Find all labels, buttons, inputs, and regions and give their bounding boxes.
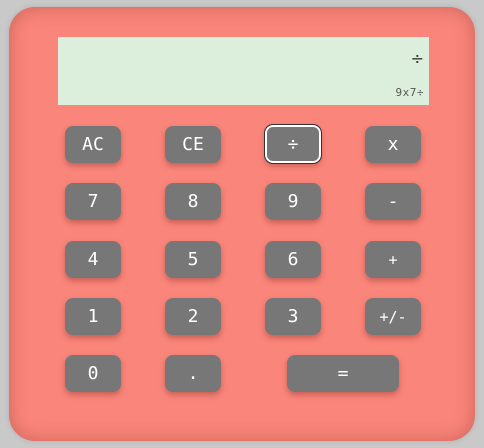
clear-entry-button[interactable]: CE: [165, 126, 221, 163]
minus-button[interactable]: -: [365, 183, 421, 220]
display-expression: 9x7÷: [395, 86, 424, 99]
digit-8-button[interactable]: 8: [165, 183, 221, 220]
negate-button[interactable]: +/-: [365, 298, 421, 335]
multiply-button[interactable]: x: [365, 126, 421, 163]
calculator-display: ÷ 9x7÷: [58, 37, 429, 105]
digit-6-button[interactable]: 6: [265, 241, 321, 278]
decimal-button[interactable]: .: [165, 355, 221, 392]
digit-2-button[interactable]: 2: [165, 298, 221, 335]
digit-4-button[interactable]: 4: [65, 241, 121, 278]
digit-7-button[interactable]: 7: [65, 183, 121, 220]
digit-5-button[interactable]: 5: [165, 241, 221, 278]
plus-button[interactable]: +: [365, 241, 421, 278]
digit-3-button[interactable]: 3: [265, 298, 321, 335]
digit-9-button[interactable]: 9: [265, 183, 321, 220]
calculator: ÷ 9x7÷ AC CE ÷ x 7 8 9 - 4 5 6 + 1 2 3 +…: [9, 7, 475, 441]
display-main-value: ÷: [410, 49, 424, 68]
divide-button[interactable]: ÷: [264, 124, 322, 164]
digit-0-button[interactable]: 0: [65, 355, 121, 392]
digit-1-button[interactable]: 1: [65, 298, 121, 335]
all-clear-button[interactable]: AC: [65, 126, 121, 163]
equals-button[interactable]: =: [287, 355, 399, 392]
